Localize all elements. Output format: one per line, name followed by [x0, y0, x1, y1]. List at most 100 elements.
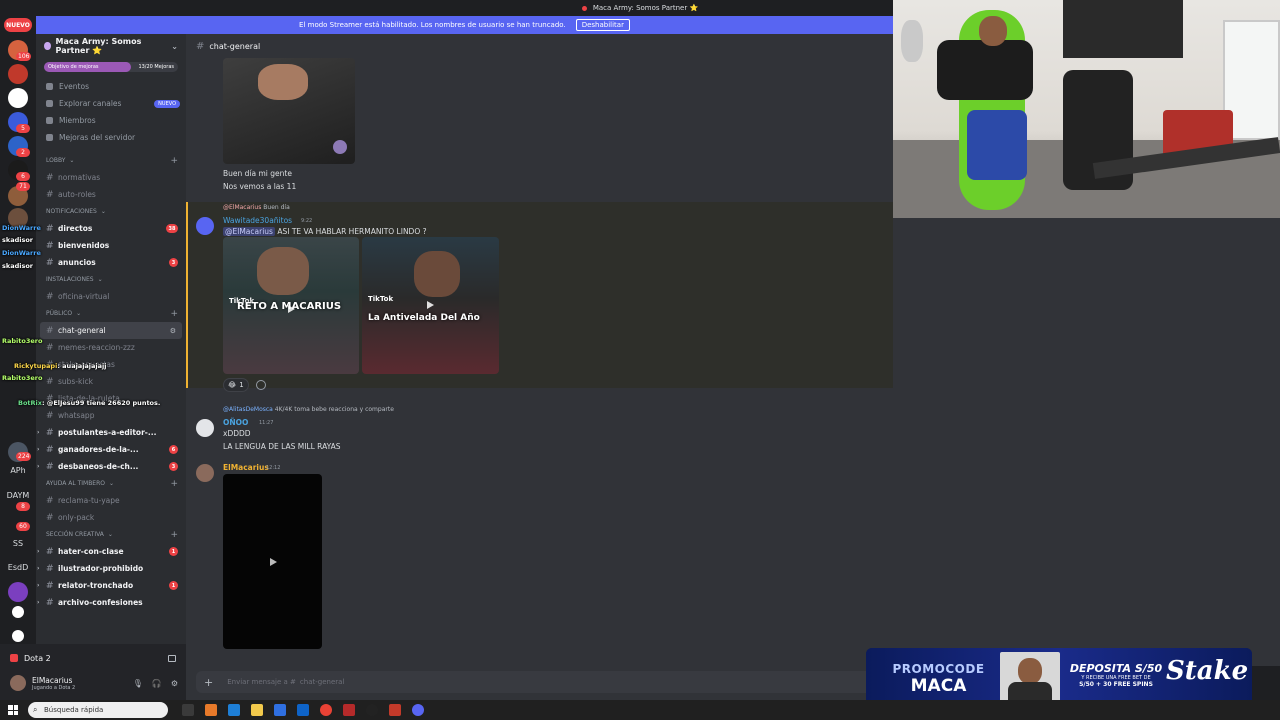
message-text: xDDDD: [223, 429, 251, 438]
nav-members[interactable]: Miembros: [36, 112, 186, 129]
channel-subs[interactable]: # subs-kick: [36, 373, 186, 390]
chevron-down-icon: ⌄: [107, 531, 113, 538]
nav-events[interactable]: Eventos: [36, 78, 186, 95]
chevron-down-icon: ⌄: [100, 208, 106, 215]
app-icon[interactable]: [343, 704, 355, 716]
video-attachment[interactable]: [223, 474, 322, 649]
channel-only-pack[interactable]: # only-pack: [36, 509, 186, 526]
message-image[interactable]: [223, 58, 355, 164]
category-lobby[interactable]: LOBBY ⌄ +: [36, 152, 186, 169]
channel-postulantes[interactable]: › # postulantes-a-editor-...: [36, 424, 186, 441]
channel-auto-roles[interactable]: # auto-roles: [36, 186, 186, 203]
channel-desbaneos[interactable]: › # desbaneos-de-ch... 3: [36, 458, 186, 475]
channel-reclama[interactable]: # reclama-tu-yape: [36, 492, 186, 509]
channel-relator[interactable]: › # relator-tronchado 1: [36, 577, 186, 594]
message-input[interactable]: + Enviar mensaje a # chat-general: [196, 671, 893, 693]
popout-icon[interactable]: [168, 654, 176, 662]
avatar[interactable]: [196, 464, 214, 482]
nav-server-boosts[interactable]: Mejoras del servidor: [36, 129, 186, 146]
play-icon[interactable]: [424, 299, 436, 311]
window-title: Maca Army: Somos Partner ⭐: [592, 4, 699, 12]
add-reaction-icon[interactable]: [256, 380, 266, 390]
avatar[interactable]: [10, 675, 26, 691]
message-author[interactable]: ElMacarius: [223, 463, 269, 472]
channel-chat-general[interactable]: # chat-general ⚙: [40, 322, 182, 339]
mention-badge: 1: [169, 547, 178, 556]
channel-label: oficina-virtual: [58, 292, 110, 301]
chevron-right-icon: ›: [37, 548, 40, 555]
obs-icon[interactable]: [366, 704, 378, 716]
user-name[interactable]: ElMacarius: [32, 676, 75, 685]
headphones-icon[interactable]: 🎧: [152, 679, 162, 688]
copilot-icon[interactable]: [205, 704, 217, 716]
avatar[interactable]: [196, 419, 214, 437]
new-pill[interactable]: NUEVO: [4, 18, 32, 32]
channel-bienvenidos[interactable]: # bienvenidos: [36, 237, 186, 254]
category-publico[interactable]: PÚBLICO ⌄ +: [36, 305, 186, 322]
chrome-icon[interactable]: [320, 704, 332, 716]
gear-icon[interactable]: ⚙: [171, 679, 178, 688]
message-time: 12:12: [266, 465, 281, 471]
channel-memes[interactable]: # memes-reaccion-zzz: [36, 339, 186, 356]
channel-ganadores[interactable]: › # ganadores-de-la-... 6: [36, 441, 186, 458]
server-text-aph[interactable]: APh: [2, 466, 34, 475]
task-view-icon[interactable]: [182, 704, 194, 716]
reply-preview[interactable]: @AlitasDeMosca 4K/4K toma bebe reacciona…: [223, 406, 394, 413]
file-explorer-icon[interactable]: [251, 704, 263, 716]
server-icon[interactable]: [8, 582, 28, 602]
category-instalaciones[interactable]: INSTALACIONES ⌄: [36, 271, 186, 288]
category-ayuda[interactable]: AYUDA AL TIMBERO ⌄ +: [36, 475, 186, 492]
play-icon[interactable]: [285, 303, 297, 315]
windows-start-icon[interactable]: [8, 705, 18, 715]
microphone-icon[interactable]: 🎙: [133, 679, 143, 688]
add-channel-icon[interactable]: +: [170, 530, 178, 540]
channel-settings-icon[interactable]: ⚙: [170, 327, 176, 335]
dota-icon[interactable]: [389, 704, 401, 716]
chat-user: BotRix: [18, 399, 42, 407]
discord-icon[interactable]: [412, 704, 424, 716]
add-server-icon[interactable]: [12, 606, 24, 618]
play-icon[interactable]: [267, 556, 279, 568]
store-icon[interactable]: [274, 704, 286, 716]
category-label: INSTALACIONES: [46, 276, 94, 283]
channel-ilustrador[interactable]: › # ilustrador-prohibido: [36, 560, 186, 577]
avatar[interactable]: [196, 217, 214, 235]
message-author[interactable]: OÑOO: [223, 418, 248, 427]
video-attachment[interactable]: TikTok La Antivelada Del Año: [362, 237, 499, 374]
add-attachment-icon[interactable]: +: [204, 676, 213, 689]
chevron-down-icon[interactable]: ⌄: [171, 42, 178, 51]
channel-directos[interactable]: # directos 38: [36, 220, 186, 237]
channel-anuncios[interactable]: # anuncios 3: [36, 254, 186, 271]
channel-label: anuncios: [58, 258, 96, 267]
video-attachment[interactable]: TikTok RETO A MACARIUS: [223, 237, 359, 374]
channel-hater[interactable]: › # hater-con-clase 1: [36, 543, 186, 560]
channel-archivo[interactable]: › # archivo-confesiones: [36, 594, 186, 611]
disable-streamer-button[interactable]: Deshabilitar: [575, 19, 630, 31]
message-author[interactable]: Wawitade30añitos: [223, 216, 292, 225]
edge-icon[interactable]: [228, 704, 240, 716]
nav-browse-channels[interactable]: Explorar canales NUEVO: [36, 95, 186, 112]
explore-servers-icon[interactable]: [12, 630, 24, 642]
channel-normativas[interactable]: # normativas: [36, 169, 186, 186]
server-icon[interactable]: [8, 64, 28, 84]
reaction-chip[interactable]: 😂 1: [223, 378, 249, 392]
mention[interactable]: @ElMacarius: [223, 227, 275, 236]
category-creativa[interactable]: SECCIÓN CREATIVA ⌄ +: [36, 526, 186, 543]
add-channel-icon[interactable]: +: [170, 479, 178, 489]
taskbar-search[interactable]: ⌕ Búsqueda rápida: [28, 702, 168, 718]
add-channel-icon[interactable]: +: [170, 309, 178, 319]
boost-progress-bar[interactable]: Objetivo de mejoras 13/20 Mejoras: [44, 62, 178, 72]
add-channel-icon[interactable]: +: [170, 156, 178, 166]
server-text-ss[interactable]: SS: [2, 539, 34, 548]
server-header[interactable]: Maca Army: Somos Partner ⭐ ⌄: [36, 34, 186, 58]
server-icon[interactable]: [8, 88, 28, 108]
hash-icon: #: [46, 223, 54, 234]
reply-preview[interactable]: @ElMacarius Buen día: [223, 204, 290, 211]
category-notificaciones[interactable]: NOTIFICACIONES ⌄: [36, 203, 186, 220]
channel-oficina-virtual[interactable]: # oficina-virtual: [36, 288, 186, 305]
channel-whatsapp[interactable]: # whatsapp: [36, 407, 186, 424]
outlook-icon[interactable]: [297, 704, 309, 716]
server-text-esdd[interactable]: EsdD: [2, 563, 34, 572]
hash-icon: #: [46, 342, 54, 353]
server-text-daym[interactable]: DAYM: [2, 491, 34, 500]
